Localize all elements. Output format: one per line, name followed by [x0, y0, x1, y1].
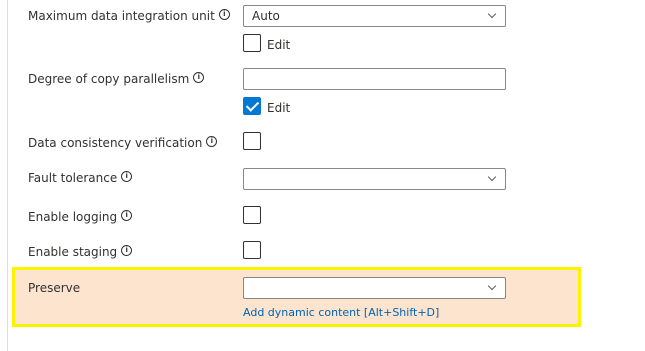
staging-checkbox[interactable] [243, 241, 261, 259]
parallelism-label: Degree of copy parallelism [28, 72, 190, 86]
staging-label: Enable staging [28, 245, 118, 259]
max-diu-edit-label: Edit [267, 38, 291, 52]
info-icon[interactable]: i [193, 72, 205, 83]
parallelism-label-row: Degree of copy parallelism i [28, 72, 205, 86]
info-icon[interactable]: i [206, 136, 218, 147]
max-diu-dropdown[interactable]: Auto [243, 5, 506, 27]
chevron-down-icon [487, 281, 497, 291]
add-dynamic-content-link[interactable]: Add dynamic content [Alt+Shift+D] [243, 306, 439, 319]
parallelism-input[interactable] [243, 68, 506, 90]
chevron-down-icon [487, 9, 497, 19]
logging-checkbox[interactable] [243, 206, 261, 224]
consistency-label-row: Data consistency verification i [28, 136, 218, 150]
info-icon[interactable]: i [121, 210, 133, 221]
parallelism-edit-checkbox[interactable] [243, 97, 261, 115]
info-icon[interactable]: i [218, 9, 230, 20]
consistency-label: Data consistency verification [28, 136, 203, 150]
parallelism-edit-label: Edit [267, 101, 291, 115]
preserve-dropdown[interactable] [243, 277, 506, 299]
logging-label: Enable logging [28, 210, 118, 224]
logging-label-row: Enable logging i [28, 210, 133, 224]
checkmark-icon [245, 98, 260, 112]
copy-activity-settings-panel: Maximum data integration unit i Auto Edit… [0, 0, 645, 351]
info-icon[interactable]: i [121, 245, 133, 256]
panel-left-border [7, 0, 8, 351]
info-icon[interactable]: i [121, 171, 133, 182]
preserve-label: Preserve [28, 281, 81, 295]
chevron-down-icon [487, 172, 497, 182]
max-diu-edit-checkbox[interactable] [243, 34, 261, 52]
consistency-checkbox[interactable] [243, 132, 261, 150]
preserve-label-row: Preserve [28, 281, 80, 295]
max-diu-label: Maximum data integration unit [28, 9, 215, 23]
staging-label-row: Enable staging i [28, 245, 133, 259]
fault-tolerance-label: Fault tolerance [28, 171, 118, 185]
max-diu-selected-value: Auto [252, 9, 280, 23]
max-diu-label-row: Maximum data integration unit i [28, 9, 230, 23]
fault-tolerance-label-row: Fault tolerance i [28, 171, 133, 185]
fault-tolerance-dropdown[interactable] [243, 168, 506, 190]
